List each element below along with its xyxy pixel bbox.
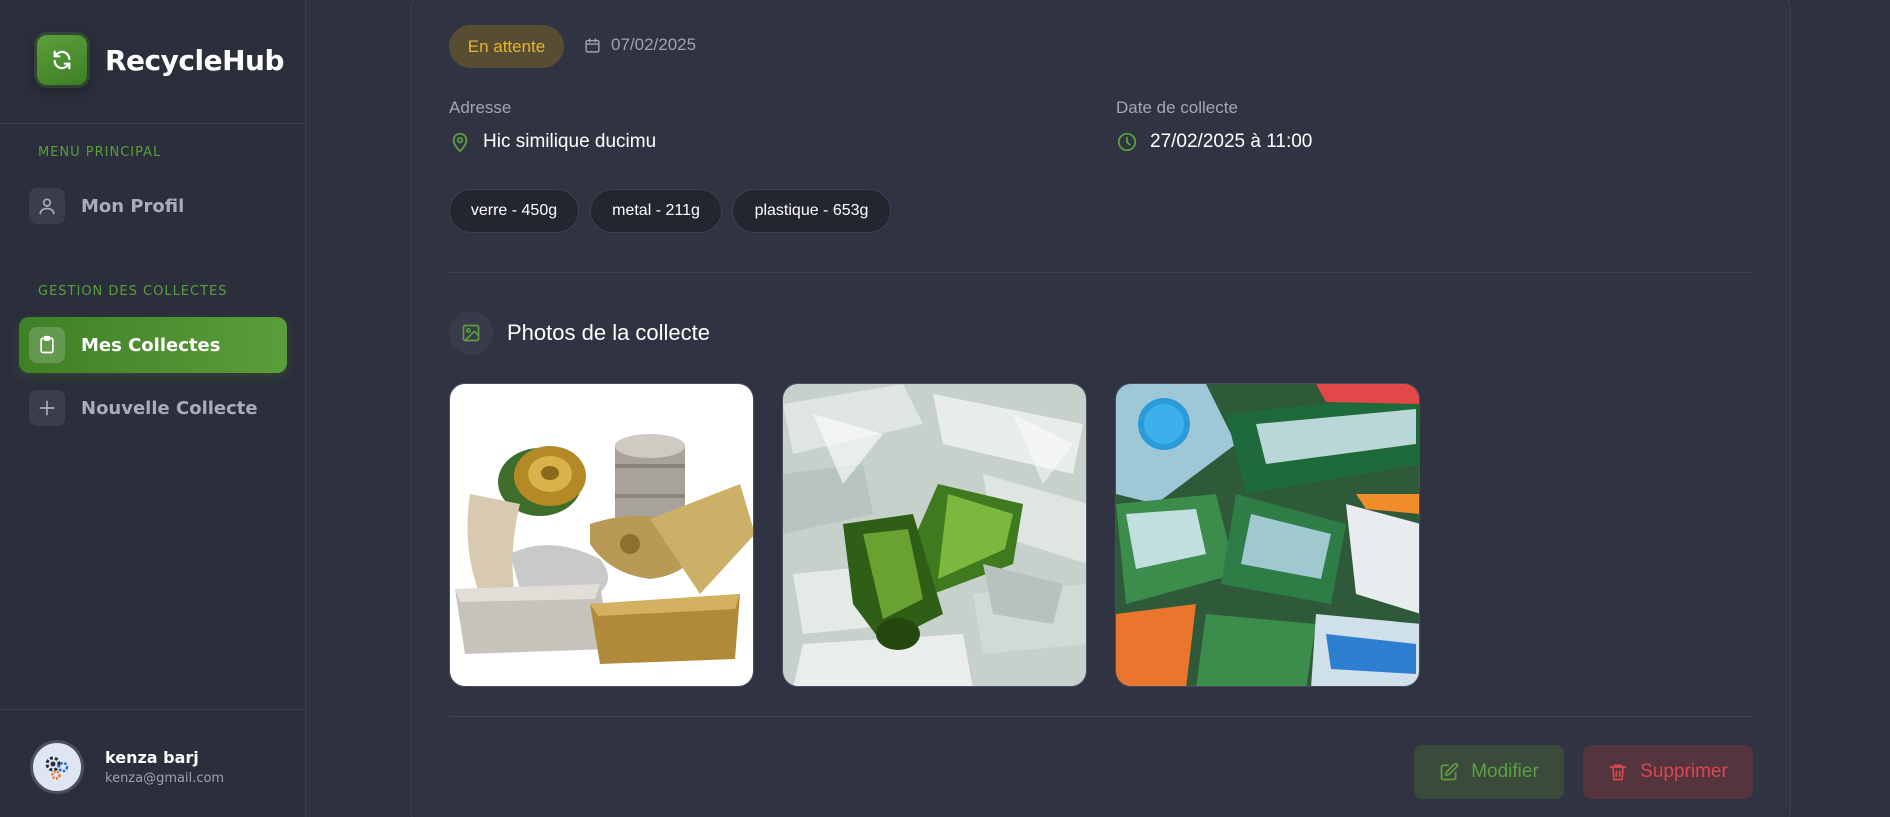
plus-icon	[29, 390, 65, 426]
divider	[449, 716, 1754, 717]
trash-icon	[1609, 764, 1627, 781]
divider	[449, 272, 1754, 273]
collect-date-label: Date de collecte	[1116, 98, 1238, 117]
clock-icon	[1117, 132, 1137, 152]
image-icon	[449, 311, 493, 355]
avatar	[30, 740, 84, 794]
sidebar-item-label: Mes Collectes	[81, 334, 221, 356]
section-gestion-collectes: GESTION DES COLLECTES	[38, 284, 228, 299]
photos-header: Photos de la collecte	[449, 311, 710, 355]
brand[interactable]: RecycleHub	[37, 35, 285, 85]
photo-plastic-bottles[interactable]	[1115, 383, 1420, 687]
gears-avatar-icon	[45, 756, 69, 780]
address-label: Adresse	[449, 98, 512, 117]
delete-button-label: Supprimer	[1640, 761, 1728, 782]
photos-title: Photos de la collecte	[507, 320, 711, 345]
material-chip: verre - 450g	[449, 189, 579, 233]
status-badge: En attente	[449, 25, 564, 68]
user-icon	[29, 188, 65, 224]
material-chip: plastique - 653g	[732, 189, 891, 233]
photo-metal-cans[interactable]	[449, 383, 754, 687]
recycle-logo-icon	[37, 35, 87, 85]
user-email: kenza@gmail.com	[105, 771, 225, 786]
photo-glass-bottles[interactable]	[782, 383, 1087, 687]
user-name: kenza barj	[105, 748, 199, 767]
map-pin-icon	[452, 132, 468, 153]
collect-date-value: 27/02/2025 à 11:00	[1116, 131, 1312, 153]
app-name: RecycleHub	[105, 43, 285, 77]
sidebar-item-label: Nouvelle Collecte	[81, 397, 258, 419]
user-profile[interactable]: kenza barj kenza@gmail.com	[30, 740, 224, 794]
sidebar-item-label: Mon Profil	[81, 195, 185, 217]
edit-button[interactable]: Modifier	[1414, 745, 1564, 799]
edit-icon	[1440, 762, 1459, 781]
sidebar-item-mon-profil[interactable]: Mon Profil	[19, 178, 287, 234]
created-date: 07/02/2025	[584, 35, 696, 55]
created-date-text: 07/02/2025	[611, 35, 697, 54]
collect-date-text: 27/02/2025 à 11:00	[1150, 131, 1313, 152]
material-chip: metal - 211g	[590, 189, 722, 233]
calendar-icon	[585, 37, 600, 53]
sidebar-item-mes-collectes[interactable]: Mes Collectes	[19, 317, 287, 373]
address-text: Hic similique ducimu	[483, 131, 657, 152]
sidebar-item-nouvelle-collecte[interactable]: Nouvelle Collecte	[19, 380, 287, 436]
delete-button[interactable]: Supprimer	[1583, 745, 1753, 799]
edit-button-label: Modifier	[1471, 761, 1539, 782]
section-menu-principal: MENU PRINCIPAL	[38, 145, 162, 160]
user-divider	[0, 709, 306, 710]
sidebar: RecycleHub MENU PRINCIPAL Mon Profil GES…	[0, 0, 306, 817]
sidebar-divider	[0, 123, 306, 124]
address-value: Hic similique ducimu	[449, 131, 656, 153]
clipboard-icon	[29, 327, 65, 363]
